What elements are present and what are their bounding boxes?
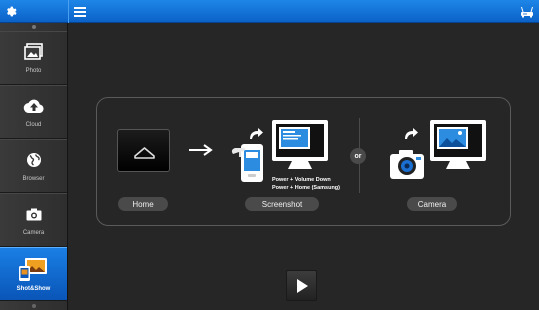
sidebar-item-label: Shot&Show <box>16 285 51 292</box>
app-window: Photo Cloud Browser Camera Shot&Show Hom… <box>0 0 539 310</box>
play-icon <box>296 278 308 293</box>
camera-label: Camera <box>407 197 457 211</box>
sidebar-item-label: Camera <box>22 230 45 236</box>
sidebar-item-label: Cloud <box>25 122 42 128</box>
shortcut-hint-line-1: Power + Volume Down <box>272 177 331 183</box>
sidebar-item-label: Photo <box>25 68 42 74</box>
home-icon <box>134 147 155 159</box>
camera-illustration <box>390 120 486 179</box>
wifi-router-icon <box>521 6 533 17</box>
shot-and-show-icon <box>17 257 51 283</box>
or-separator: or <box>350 148 366 164</box>
share-arrow-icon <box>250 128 263 139</box>
arrow-right-icon <box>189 144 213 156</box>
globe-icon <box>23 150 45 170</box>
sidebar-item-camera[interactable]: Camera <box>0 193 67 247</box>
sidebar-item-label: Browser <box>22 176 45 182</box>
sidebar-item-photo[interactable]: Photo <box>0 31 67 85</box>
menu-button[interactable] <box>68 0 90 23</box>
top-bar <box>0 0 539 23</box>
home-label: Home <box>118 197 168 211</box>
hamburger-menu-icon <box>73 6 86 17</box>
play-button[interactable] <box>286 270 317 301</box>
connection-button[interactable] <box>515 0 539 23</box>
home-key-illustration <box>117 129 170 172</box>
screenshot-label: Screenshot <box>245 197 319 211</box>
sidebar-item-cloud[interactable]: Cloud <box>0 85 67 139</box>
sidebar: Photo Cloud Browser Camera Shot&Show <box>0 23 68 310</box>
scroll-indicator-bottom <box>32 304 36 308</box>
camera-icon <box>23 204 45 224</box>
cloud-upload-icon <box>23 96 45 116</box>
scroll-indicator-top <box>32 25 36 29</box>
sidebar-item-shot-and-show[interactable]: Shot&Show <box>0 247 67 301</box>
settings-button[interactable] <box>0 0 23 23</box>
share-arrow-icon <box>405 128 418 139</box>
gear-icon <box>7 6 17 17</box>
sidebar-item-browser[interactable]: Browser <box>0 139 67 193</box>
shortcut-hint-line-2: Power + Home (Samsung) <box>272 185 341 191</box>
photo-icon <box>23 42 45 62</box>
